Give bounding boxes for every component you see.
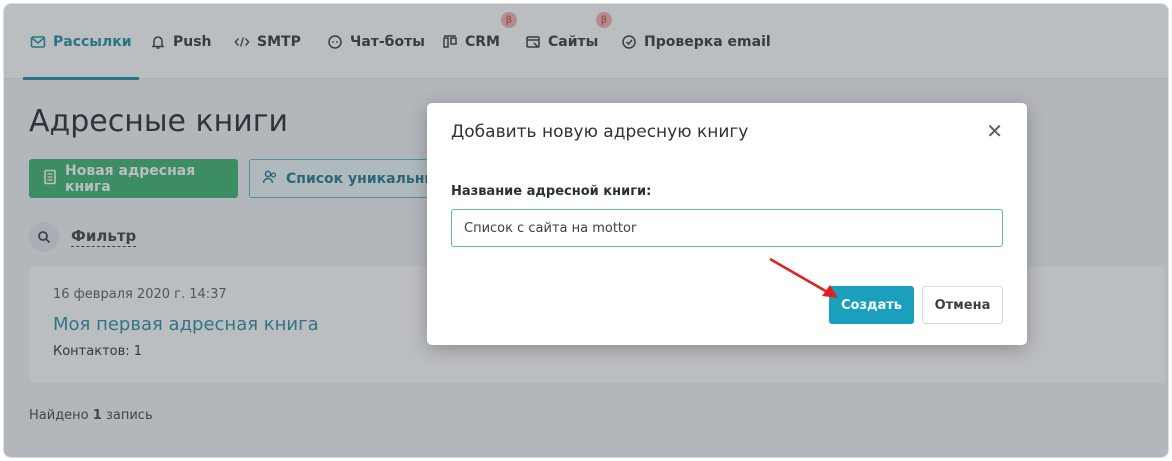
dialog-title: Добавить новую адресную книгу xyxy=(451,122,749,142)
book-name-input[interactable] xyxy=(451,209,1003,247)
cancel-button[interactable]: Отмена xyxy=(922,286,1003,324)
book-name-label: Название адресной книги: xyxy=(451,184,652,199)
app-frame: Рассылки Push SMTP Чат-боты CRM β Сайты … xyxy=(3,3,1169,458)
create-button[interactable]: Создать xyxy=(829,286,914,324)
close-icon[interactable]: ✕ xyxy=(986,121,1003,141)
add-address-book-dialog: Добавить новую адресную книгу ✕ Название… xyxy=(427,103,1027,345)
